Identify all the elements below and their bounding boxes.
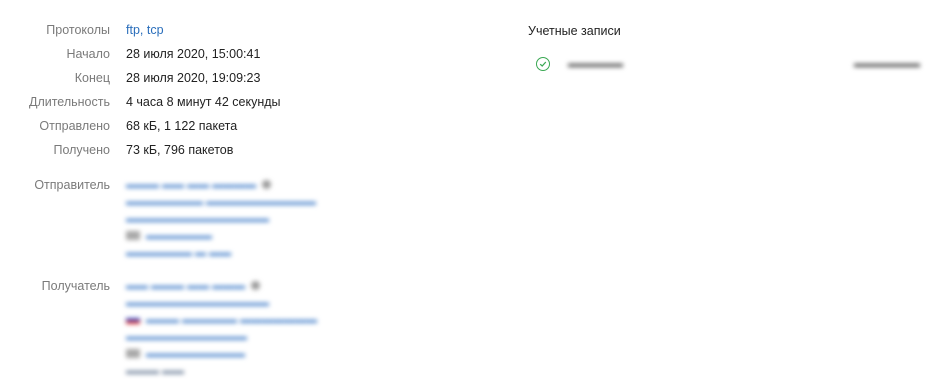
protocols-row: Протоколы ftp, tcp: [0, 18, 480, 42]
protocols-label: Протоколы: [46, 23, 110, 37]
sender-redacted-info: ▬▬▬ ▬▬ ▬▬ ▬▬▬▬ ▬▬▬▬▬▬▬ ▬▬▬▬▬▬▬▬▬▬ ▬▬▬▬▬▬…: [126, 176, 316, 261]
receiver-org-link[interactable]: ▬▬▬ ▬▬▬▬▬ ▬▬▬▬▬▬▬: [126, 311, 317, 328]
sender-host-link[interactable]: ▬▬▬▬▬▬▬ ▬▬▬▬▬▬▬▬▬▬: [126, 193, 316, 210]
accounts-title: Учетные записи: [528, 24, 621, 38]
received-value: 73 кБ, 796 пакетов: [126, 143, 234, 157]
start-row: Начало 28 июля 2020, 15:00:41: [0, 42, 480, 66]
user-icon: [126, 231, 140, 240]
sent-value: 68 кБ, 1 122 пакета: [126, 119, 238, 133]
start-value: 28 июля 2020, 15:00:41: [126, 47, 261, 61]
receiver-redacted-info: ▬▬ ▬▬▬ ▬▬ ▬▬▬ ▬▬▬▬▬▬▬▬▬▬▬▬▬ ▬▬▬ ▬▬▬▬▬ ▬▬…: [126, 277, 317, 379]
account-row: ▬▬▬▬▬ ▬▬▬▬▬▬: [528, 53, 923, 75]
accounts-panel: Учетные записи ▬▬▬▬▬ ▬▬▬▬▬▬: [528, 22, 923, 75]
end-label: Конец: [74, 71, 110, 85]
receiver-block: Получатель ▬▬ ▬▬▬ ▬▬ ▬▬▬ ▬▬▬▬▬▬▬▬▬▬▬▬▬ ▬…: [0, 277, 480, 379]
info-icon: [251, 281, 261, 290]
check-circle-icon: [536, 57, 550, 71]
end-row: Конец 28 июля 2020, 19:09:23: [0, 66, 480, 90]
duration-label: Длительность: [28, 95, 110, 109]
duration-value: 4 часа 8 минут 42 секунды: [126, 95, 281, 109]
sender-block: Отправитель ▬▬▬ ▬▬ ▬▬ ▬▬▬▬ ▬▬▬▬▬▬▬ ▬▬▬▬▬…: [0, 176, 480, 261]
sender-mac-link[interactable]: ▬▬▬▬▬▬▬▬▬▬▬▬▬: [126, 210, 316, 227]
receiver-mac-link[interactable]: ▬▬▬▬▬▬▬▬▬▬▬: [126, 328, 317, 345]
sender-label: Отправитель: [34, 178, 110, 192]
sender-os-link[interactable]: ▬▬▬▬▬▬ ▬ ▬▬: [126, 244, 316, 261]
info-icon: [262, 180, 272, 189]
user-icon: [126, 349, 140, 358]
receiver-user-link[interactable]: ▬▬▬▬▬▬▬▬▬: [126, 345, 317, 362]
sent-row: Отправлено 68 кБ, 1 122 пакета: [0, 114, 480, 138]
protocols-link[interactable]: ftp, tcp: [126, 23, 164, 37]
receiver-host-link[interactable]: ▬▬▬▬▬▬▬▬▬▬▬▬▬: [126, 294, 317, 311]
received-row: Получено 73 кБ, 796 пакетов: [0, 138, 480, 162]
country-flag-icon: [126, 315, 140, 324]
sent-label: Отправлено: [39, 119, 110, 133]
sender-user-link[interactable]: ▬▬▬▬▬▬: [126, 227, 316, 244]
receiver-os-link[interactable]: ▬▬▬ ▬▬: [126, 362, 317, 379]
account-login-redacted: ▬▬▬▬▬: [568, 58, 623, 70]
receiver-label: Получатель: [41, 279, 110, 293]
session-details: Протоколы ftp, tcp Начало 28 июля 2020, …: [0, 18, 480, 379]
receiver-ip-link[interactable]: ▬▬ ▬▬▬ ▬▬ ▬▬▬: [126, 277, 317, 294]
duration-row: Длительность 4 часа 8 минут 42 секунды: [0, 90, 480, 114]
end-value: 28 июля 2020, 19:09:23: [126, 71, 261, 85]
account-password-redacted: ▬▬▬▬▬▬: [854, 58, 920, 70]
received-label: Получено: [53, 143, 110, 157]
sender-ip-link[interactable]: ▬▬▬ ▬▬ ▬▬ ▬▬▬▬: [126, 176, 316, 193]
start-label: Начало: [66, 47, 110, 61]
